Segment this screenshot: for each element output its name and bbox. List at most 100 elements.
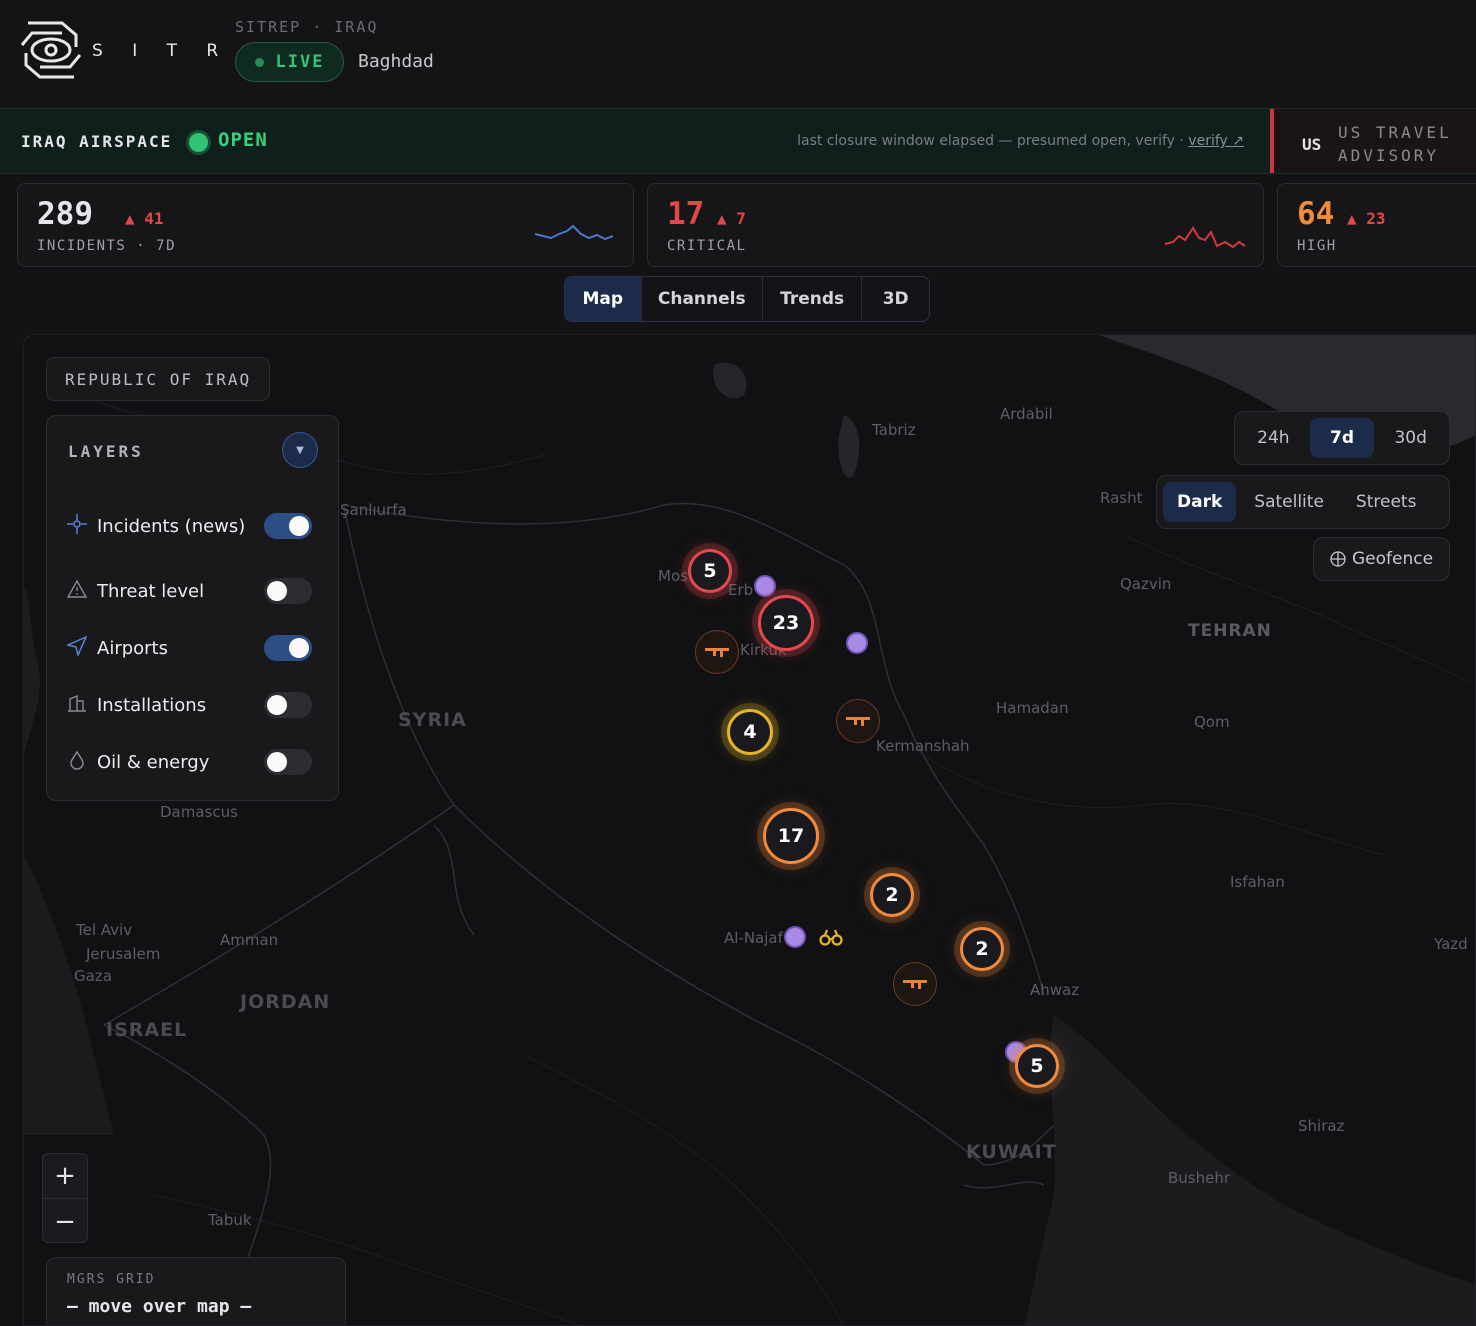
airport-marker[interactable] [754,575,776,597]
layer-toggle[interactable] [264,513,312,539]
style-streets[interactable]: Streets [1342,482,1431,522]
tab-map[interactable]: Map [565,277,642,321]
place-label: Al-Najaf [724,929,783,947]
crosshair-icon [67,514,97,538]
range-7d[interactable]: 7d [1309,418,1375,458]
airspace-status-bar: IRAQ AIRSPACE OPEN last closure window e… [0,108,1476,174]
layer-toggle[interactable] [264,578,312,604]
status-dot-icon [189,133,208,152]
stat-card-high[interactable]: 64 ▲ 23 HIGH [1277,183,1476,267]
place-label: Hamadan [996,699,1069,717]
place-label: Ardabil [1000,405,1053,423]
incident-cluster[interactable]: 5 [1015,1044,1059,1088]
style-satellite[interactable]: Satellite [1240,482,1338,522]
place-label: Isfahan [1230,873,1285,891]
binoculars-icon[interactable] [819,928,843,950]
layers-title: LAYERS [68,442,144,461]
incident-cluster[interactable]: 4 [727,709,773,755]
airspace-label: IRAQ AIRSPACE [21,132,173,151]
stat-card-critical[interactable]: 17 ▲ 7 CRITICAL [647,183,1264,267]
droplet-icon [67,750,97,774]
warning-icon [66,579,97,603]
stat-value: 17 [667,196,705,232]
view-tabs: Map Channels Trends 3D [564,276,930,322]
tab-trends[interactable]: Trends [763,277,863,321]
layer-row-installations[interactable]: Installations [67,690,317,720]
place-label: Ahwaz [1030,981,1080,999]
weapon-incident-icon[interactable] [893,962,937,1006]
verify-link[interactable]: verify ↗ [1188,133,1244,149]
app-header: S I T R A Q SITREP · IRAQ LIVE Baghdad [0,0,1476,108]
sparkline [1164,226,1246,249]
style-dark[interactable]: Dark [1163,482,1237,522]
city-name: Baghdad [358,51,434,72]
layer-label: Threat level [97,580,205,602]
stat-delta: ▲ 23 [1347,209,1386,228]
layer-row-airports[interactable]: Airports [65,633,317,663]
place-label: Shiraz [1298,1117,1345,1135]
place-label: Qom [1194,713,1230,731]
live-label: LIVE [275,52,325,72]
country-chip[interactable]: REPUBLIC OF IRAQ [46,357,271,401]
incident-cluster[interactable]: 23 [758,595,814,651]
zoom-control: + − [42,1153,88,1243]
place-label: Kermanshah [876,737,970,755]
place-label: Qazvin [1120,575,1172,593]
place-label: Rasht [1100,489,1143,507]
map-canvas[interactable]: Tabriz Ardabil Rasht Şanlıurfa Qazvin TE… [23,334,1476,1326]
layer-row-oil[interactable]: Oil & energy [67,747,317,777]
layers-panel: LAYERS ▼ Incidents (news) Threat level A… [46,415,339,801]
globe-icon [1330,551,1346,567]
incident-cluster[interactable]: 5 [688,549,732,593]
layer-toggle[interactable] [264,749,312,775]
place-label: Gaza [74,967,112,985]
layer-row-threat[interactable]: Threat level [66,576,317,606]
zoom-out-button[interactable]: − [43,1199,87,1244]
advisory-text: US TRAVEL ADVISORY [1338,123,1452,165]
incident-cluster[interactable]: 17 [763,808,819,864]
place-label: ISRAEL [106,1019,188,1041]
stat-delta: ▲ 41 [125,209,164,228]
stat-value: 289 [37,196,93,232]
layer-toggle[interactable] [264,635,312,661]
stat-delta: ▲ 7 [717,209,746,228]
place-label: Bushehr [1168,1169,1231,1187]
stat-card-incidents[interactable]: 289 ▲ 41 INCIDENTS · 7D [17,183,634,267]
place-label: Mos [658,567,688,585]
place-label: Yazd [1434,935,1468,953]
layer-toggle[interactable] [264,692,312,718]
place-label: Tabriz [872,421,916,439]
range-24h[interactable]: 24h [1241,418,1306,458]
stat-value: 64 [1297,196,1335,232]
travel-advisory[interactable]: US US TRAVEL ADVISORY [1270,109,1476,173]
page-subtitle: SITREP · IRAQ [235,18,379,36]
sparkline [534,224,614,241]
range-30d[interactable]: 30d [1378,418,1443,458]
weapon-incident-icon[interactable] [836,699,880,743]
geofence-button[interactable]: Geofence [1313,537,1450,581]
stat-label: INCIDENTS · 7D [37,238,177,254]
incident-cluster[interactable]: 2 [960,927,1004,971]
navigation-icon [65,635,97,660]
layer-label: Airports [97,637,168,659]
mgrs-label: MGRS GRID [67,1272,156,1287]
place-label: Amman [220,931,279,949]
layer-label: Incidents (news) [97,515,246,537]
tab-channels[interactable]: Channels [642,277,763,321]
building-icon [67,693,97,717]
airport-marker[interactable] [784,926,806,948]
weapon-incident-icon[interactable] [695,630,739,674]
sitraq-logo-icon[interactable] [18,15,84,85]
mgrs-readout: MGRS GRID — move over map — [46,1257,346,1325]
live-badge[interactable]: LIVE [235,42,344,82]
map-style-selector: Dark Satellite Streets [1156,475,1450,529]
layer-row-incidents[interactable]: Incidents (news) [67,500,317,552]
time-range-selector: 24h 7d 30d [1234,411,1450,465]
airport-marker[interactable] [846,632,868,654]
advisory-country: US [1302,135,1322,154]
chevron-down-icon[interactable]: ▼ [282,432,318,468]
place-label: Damascus [160,803,238,821]
incident-cluster[interactable]: 2 [870,873,914,917]
tab-3d[interactable]: 3D [862,277,929,321]
zoom-in-button[interactable]: + [43,1154,87,1199]
